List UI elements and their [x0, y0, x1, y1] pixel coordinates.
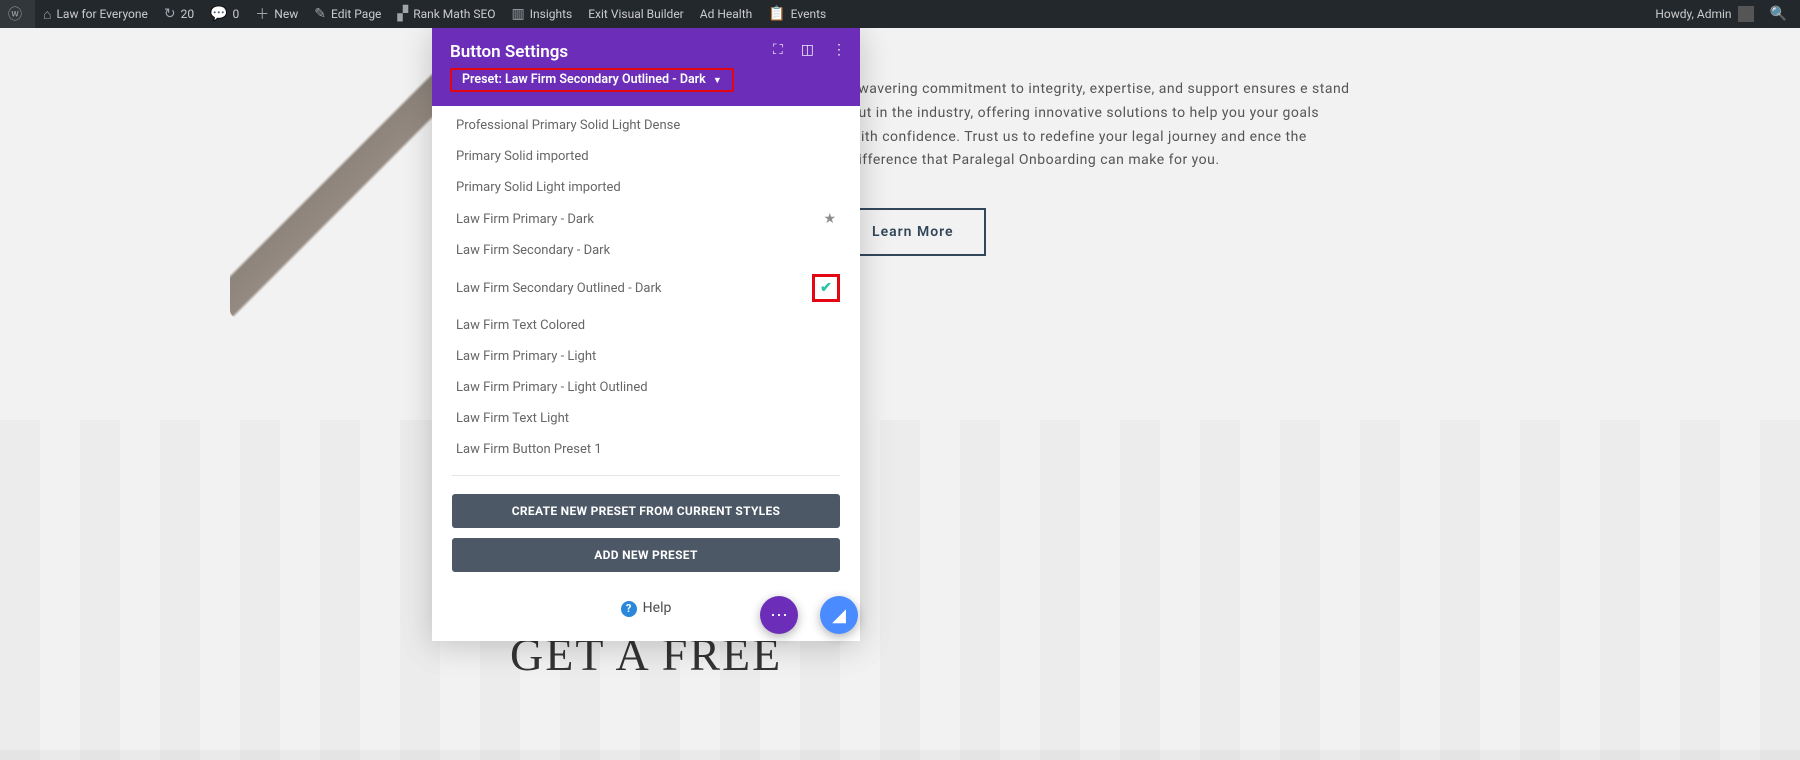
comments-count: 0	[233, 7, 240, 21]
preset-item[interactable]: Law Firm Text Light	[432, 403, 860, 434]
comment-icon: 💬	[210, 6, 227, 22]
preset-item-label: Primary Solid Light imported	[456, 180, 621, 195]
preset-item-label: Law Firm Secondary - Dark	[456, 243, 610, 258]
wp-admin-bar: ⓦ ⌂Law for Everyone ↻20 💬0 ＋New ✎Edit Pa…	[0, 0, 1800, 28]
search-icon: 🔍	[1770, 6, 1787, 22]
preset-item-selected[interactable]: Law Firm Secondary Outlined - Dark ✔	[432, 266, 860, 310]
star-icon[interactable]: ★	[823, 211, 836, 227]
help-label: Help	[643, 600, 672, 616]
preset-item[interactable]: Law Firm Button Preset 1	[432, 434, 860, 465]
events[interactable]: 📋 Events	[760, 0, 834, 28]
insights-label: Insights	[530, 7, 572, 21]
calendar-icon: 📋	[768, 6, 785, 22]
edit-page[interactable]: ✎ Edit Page	[306, 0, 389, 28]
rank-math-label: Rank Math SEO	[413, 7, 495, 21]
body-paragraph: nwavering commitment to integrity, exper…	[850, 78, 1350, 173]
check-icon: ✔	[820, 280, 832, 296]
preset-item-label: Primary Solid imported	[456, 149, 589, 164]
wordpress-icon: ⓦ	[8, 4, 22, 24]
add-preset-button[interactable]: ADD NEW PRESET	[452, 538, 840, 572]
chart-icon: ▞	[397, 6, 408, 22]
rank-math[interactable]: ▞ Rank Math SEO	[389, 0, 503, 28]
preset-item-label: Law Firm Button Preset 1	[456, 442, 602, 457]
wp-logo[interactable]: ⓦ	[0, 0, 35, 28]
events-label: Events	[791, 7, 827, 21]
exit-visual-builder[interactable]: Exit Visual Builder	[580, 0, 692, 28]
new-content[interactable]: ＋ New	[247, 0, 306, 28]
user-account[interactable]: Howdy, Admin	[1647, 0, 1761, 28]
chevron-down-icon: ▼	[713, 76, 722, 86]
avatar	[1738, 6, 1754, 22]
preset-item[interactable]: Law Firm Primary - Light	[432, 341, 860, 372]
home-icon: ⌂	[43, 6, 51, 23]
preset-item[interactable]: Professional Primary Solid Light Dense	[432, 110, 860, 141]
button-settings-modal: Button Settings ⛶ ◫ ⋮ Preset: Law Firm S…	[432, 28, 860, 641]
preset-item-label: Law Firm Primary - Dark	[456, 212, 594, 227]
updates[interactable]: ↻ 20	[156, 0, 202, 28]
preset-item-label: Professional Primary Solid Light Dense	[456, 118, 680, 133]
preset-item[interactable]: Primary Solid Light imported	[432, 172, 860, 203]
preset-item[interactable]: Primary Solid imported	[432, 141, 860, 172]
stairs-icon: ◢	[832, 605, 846, 626]
preset-item[interactable]: Law Firm Primary - Dark ★	[432, 203, 860, 235]
preset-item[interactable]: Law Firm Secondary - Dark	[432, 235, 860, 266]
preset-item-label: Law Firm Primary - Light	[456, 349, 596, 364]
fab-layers[interactable]: ◢	[820, 596, 858, 634]
snap-icon[interactable]: ◫	[801, 42, 814, 58]
howdy-label: Howdy, Admin	[1655, 7, 1731, 21]
more-icon[interactable]: ⋮	[832, 42, 846, 58]
site-name[interactable]: ⌂ Law for Everyone	[35, 0, 156, 28]
floating-action-buttons: ⋯ ◢	[760, 596, 858, 634]
preset-item-label: Law Firm Text Light	[456, 411, 569, 426]
preset-item-label: Law Firm Text Colored	[456, 318, 585, 333]
gavel-image	[230, 58, 450, 318]
preset-dropdown-toggle[interactable]: Preset: Law Firm Secondary Outlined - Da…	[450, 68, 734, 92]
search-toggle[interactable]: 🔍	[1762, 0, 1800, 28]
preset-item[interactable]: Law Firm Primary - Light Outlined	[432, 372, 860, 403]
preset-list: Professional Primary Solid Light Dense P…	[432, 106, 860, 641]
plus-icon: ＋	[255, 4, 269, 24]
expand-icon[interactable]: ⛶	[773, 42, 783, 58]
pencil-icon: ✎	[314, 6, 326, 22]
bar-chart-icon: ▥	[512, 6, 525, 22]
comments[interactable]: 💬0	[202, 0, 247, 28]
help-icon: ?	[621, 601, 637, 617]
selected-highlight: ✔	[812, 274, 840, 302]
refresh-icon: ↻	[164, 6, 176, 22]
edit-page-label: Edit Page	[331, 7, 381, 21]
ellipsis-icon: ⋯	[770, 605, 788, 626]
preset-item-label: Law Firm Secondary Outlined - Dark	[456, 281, 661, 296]
site-name-label: Law for Everyone	[56, 7, 147, 21]
preset-item-label: Law Firm Primary - Light Outlined	[456, 380, 648, 395]
ad-health-label: Ad Health	[700, 7, 752, 21]
exit-builder-label: Exit Visual Builder	[588, 7, 684, 21]
learn-more-button[interactable]: Learn More	[840, 208, 986, 256]
updates-count: 20	[181, 7, 195, 21]
fab-more[interactable]: ⋯	[760, 596, 798, 634]
modal-header[interactable]: Button Settings ⛶ ◫ ⋮ Preset: Law Firm S…	[432, 28, 860, 106]
preset-item[interactable]: Law Firm Text Colored	[432, 310, 860, 341]
new-label: New	[274, 7, 298, 21]
preset-label-text: Preset: Law Firm Secondary Outlined - Da…	[462, 72, 706, 87]
page-background: nwavering commitment to integrity, exper…	[0, 28, 1800, 750]
ad-health[interactable]: Ad Health	[692, 0, 760, 28]
insights[interactable]: ▥ Insights	[504, 0, 581, 28]
create-preset-button[interactable]: CREATE NEW PRESET FROM CURRENT STYLES	[452, 494, 840, 528]
pillars-image	[0, 420, 1800, 760]
